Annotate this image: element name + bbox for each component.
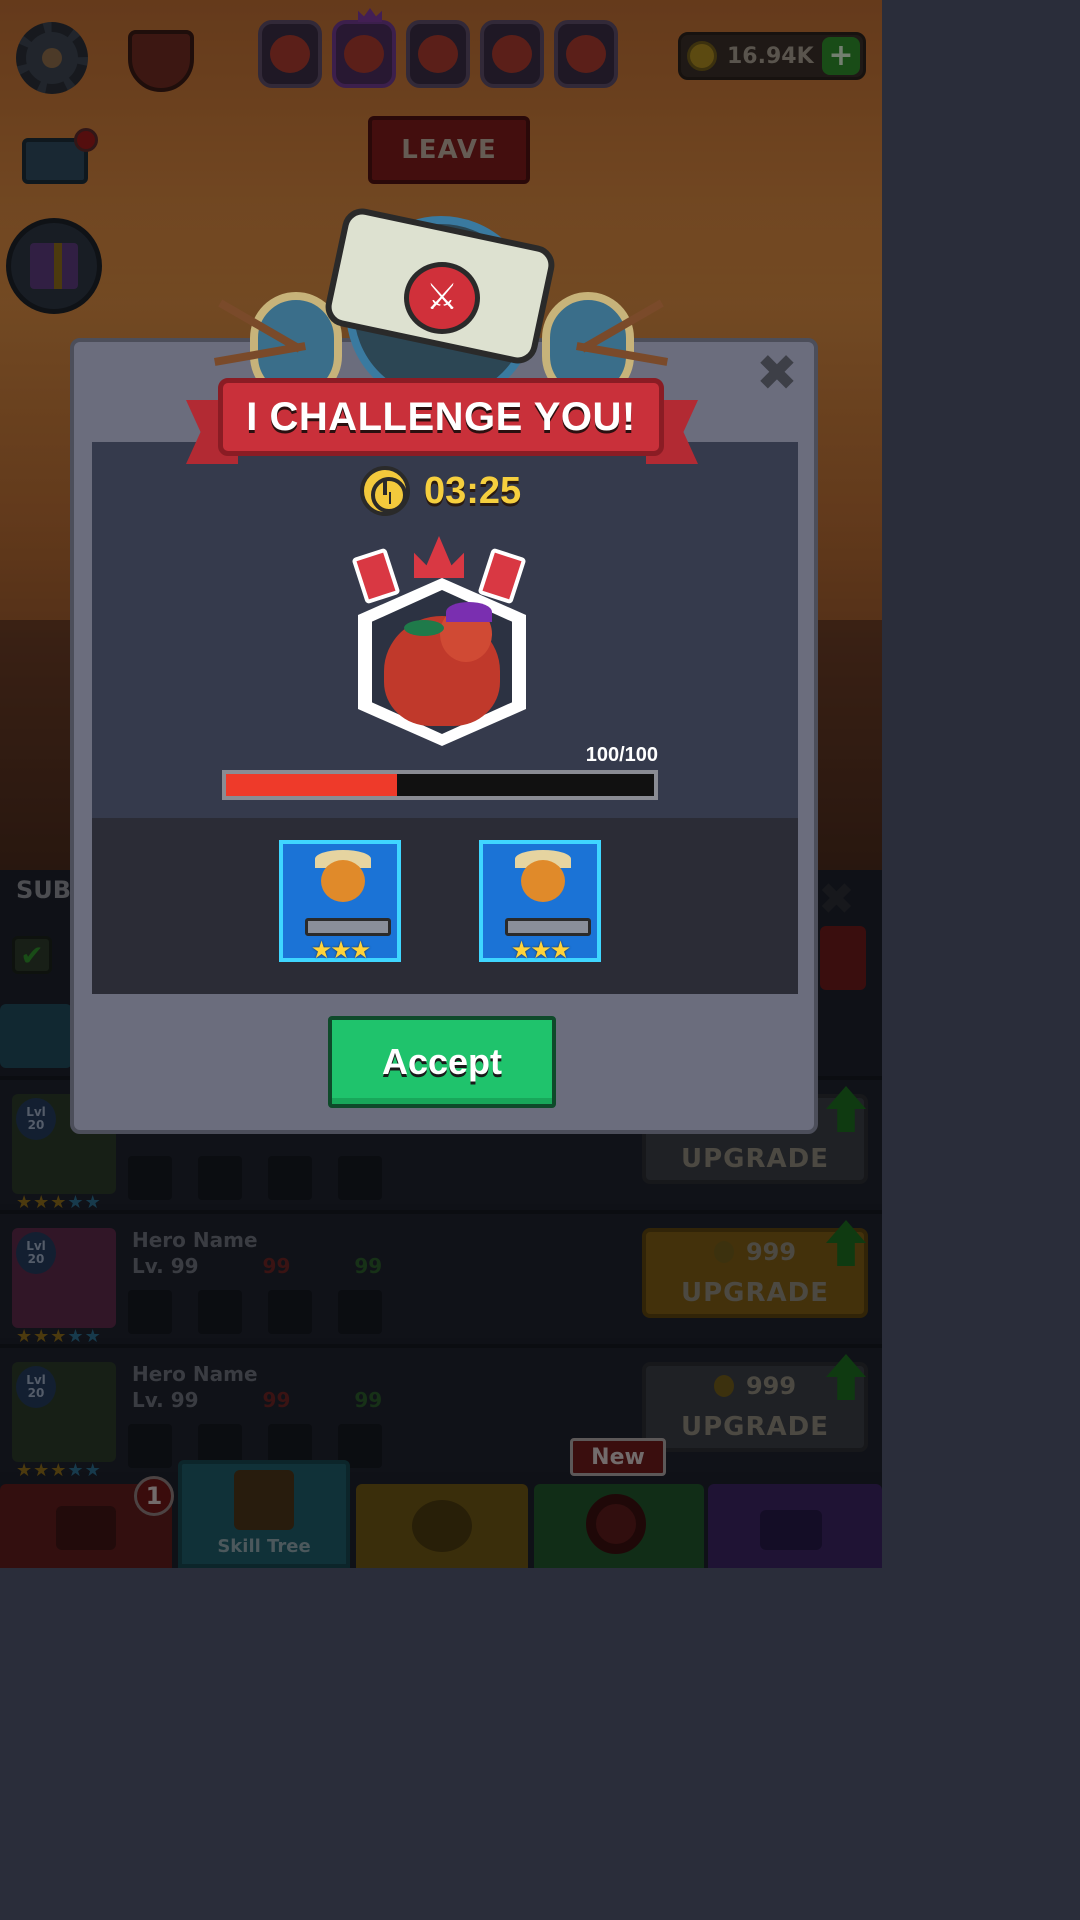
- hero-head-icon: [321, 860, 365, 902]
- hero-gun-icon: [305, 918, 391, 936]
- boss-hp-fill: [226, 774, 398, 796]
- reward-stars: ★★★: [310, 936, 372, 964]
- reward-stars: ★★★: [510, 936, 572, 964]
- crossed-swords-seal-icon: ⚔: [404, 262, 480, 334]
- boss-hp-text: 100/100: [585, 744, 658, 766]
- boss-hp-bar: [222, 770, 658, 800]
- boss-hair-icon: [446, 602, 492, 622]
- modal-title: I CHALLENGE YOU!: [218, 378, 664, 456]
- hero-head-icon: [521, 860, 565, 902]
- hero-gun-icon: [505, 918, 591, 936]
- accept-button[interactable]: Accept: [328, 1016, 556, 1108]
- reward-hero-card[interactable]: ★★★: [279, 840, 401, 964]
- clock-icon: [360, 466, 410, 516]
- rewards-area: [92, 818, 798, 994]
- countdown-timer: 03:25: [424, 470, 522, 512]
- close-icon[interactable]: ✖: [752, 348, 802, 398]
- reward-hero-card[interactable]: ★★★: [479, 840, 601, 964]
- boss-leaf-icon: [404, 620, 444, 636]
